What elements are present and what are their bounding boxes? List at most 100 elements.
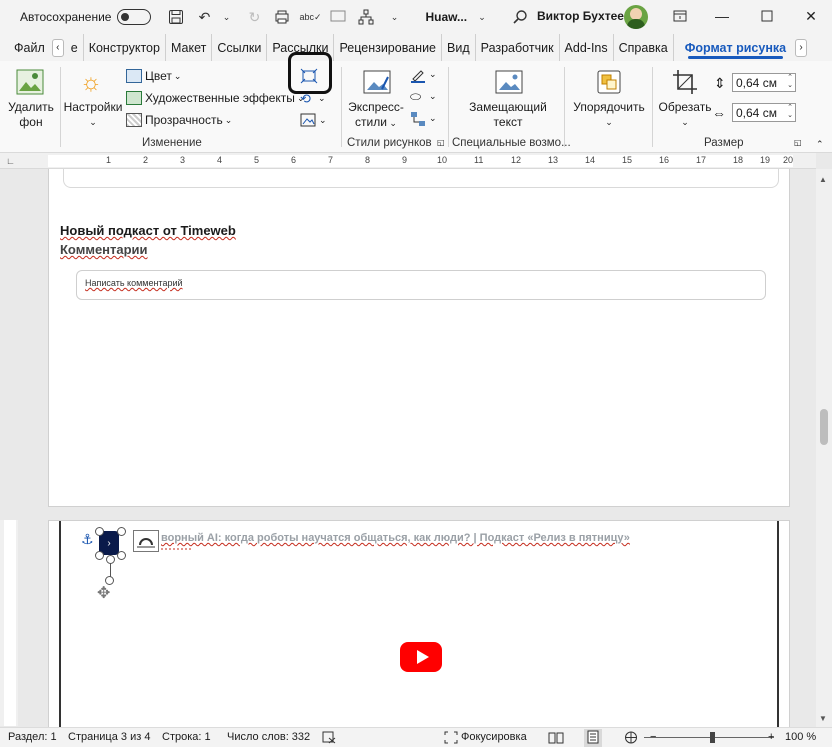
embed-title[interactable]: ворный AI: когда роботы научатся общатьс… [161,532,630,544]
focus-icon[interactable] [444,731,458,747]
height-value: 0,64 см [736,75,777,90]
accessibility-icon[interactable] [322,731,336,747]
screen-icon[interactable] [327,6,349,28]
crop-button[interactable]: Обрезать ⌄ [656,100,714,130]
alt-text-button[interactable]: Замещающий текст [458,100,558,130]
podcast-heading[interactable]: Новый подкаст от Timeweb [60,223,236,238]
search-icon[interactable] [509,6,531,28]
tab-layout[interactable]: Макет [166,34,213,61]
zoom-slider-thumb[interactable] [710,732,715,743]
arrange-button[interactable]: Упорядочить ⌄ [570,100,648,130]
autosave-toggle[interactable] [117,9,152,25]
avatar[interactable] [624,5,648,29]
tab-constructor[interactable]: Конструктор [84,34,166,61]
chevron-down-icon[interactable]: ⌄ [429,69,437,80]
chevron-down-icon[interactable]: ⌄ [319,115,327,126]
horizontal-ruler[interactable]: ∟ 1 2 3 4 5 6 7 8 9 10 11 12 13 14 15 16… [0,153,816,169]
tab-references[interactable]: Ссылки [212,34,268,61]
ruler-label: 14 [585,155,596,165]
scroll-down-icon[interactable]: ▼ [819,714,827,723]
dialog-launcher-icon[interactable]: ◱ [794,138,802,147]
ribbon-display-icon[interactable] [666,4,694,28]
vertical-scrollbar[interactable]: ▲ ▼ [816,169,832,727]
chevron-down-icon[interactable]: ⌄ [318,93,326,104]
comments-heading[interactable]: Комментарии [60,242,148,257]
doc-dropdown-icon[interactable]: ⌄ [471,6,493,28]
print-layout-icon[interactable] [584,729,602,747]
tab-developer[interactable]: Разработчик [476,34,560,61]
tabs-scroll-left-icon[interactable]: ‹ [51,38,64,57]
tab-selector-icon[interactable]: ∟ [6,156,16,166]
picture-border-icon[interactable] [410,67,426,86]
redo-icon[interactable]: ↻ [243,6,265,28]
focus-mode-button[interactable]: Фокусировка [461,731,527,743]
tab-review[interactable]: Рецензирование [334,34,443,61]
resize-handle[interactable] [117,551,126,560]
chevron-down-icon[interactable]: ⌄ [429,113,437,124]
move-icon[interactable]: ✥ [97,583,110,603]
layout-options-button[interactable] [133,530,159,552]
document-name[interactable]: Huaw... [425,10,467,24]
page[interactable]: ⚓ › ворный AI: когда роботы научатся общ… [48,520,790,727]
user-name[interactable]: Виктор Бухтеев [537,9,631,23]
group-label-size: Размер [704,137,744,149]
resize-handle[interactable] [95,551,104,560]
zoom-in-icon[interactable]: + [768,731,774,743]
web-layout-icon[interactable] [624,731,638,747]
print-preview-icon[interactable] [271,6,293,28]
spelling-icon[interactable]: abc✓ [299,6,321,28]
minimize-icon[interactable]: — [708,4,736,28]
chevron-down-icon[interactable]: ⌄ [429,91,437,102]
scroll-thumb[interactable] [820,409,828,445]
comments-heading-text: Комментарии [60,242,148,257]
transparency-button[interactable]: Прозрачность ⌄ [126,113,232,127]
resize-handle[interactable] [95,527,104,536]
org-chart-icon[interactable] [355,6,377,28]
ruler-label: 4 [217,155,223,165]
tabs-scroll-right-icon[interactable]: › [795,38,808,57]
zoom-level[interactable]: 100 % [785,731,816,743]
width-input[interactable]: 0,64 см ⌃ ⌄ [732,103,796,122]
status-section[interactable]: Раздел: 1 [8,731,57,743]
maximize-icon[interactable] [753,4,781,28]
customize-qat-icon[interactable]: ⌄ [383,6,405,28]
corrections-button[interactable]: Настройки ⌄ [62,100,124,130]
remove-background-button[interactable]: Удалить фон [6,100,56,130]
dialog-launcher-icon[interactable]: ◱ [437,138,445,147]
collapse-ribbon-icon[interactable]: ⌃ [816,139,824,150]
width-stepper-icon[interactable]: ⌃ ⌄ [787,104,793,120]
zoom-slider[interactable] [644,737,774,738]
tab-picture-format[interactable]: Формат рисунка [680,34,791,61]
tab-design-partial[interactable]: е [66,34,84,61]
tab-view[interactable]: Вид [442,34,476,61]
reset-picture-icon[interactable] [300,113,316,130]
color-button[interactable]: Цвет ⌄ [126,69,181,83]
resize-handle[interactable] [117,527,126,536]
picture-effects-icon[interactable]: ⬭ [410,89,421,105]
scroll-up-icon[interactable]: ▲ [819,175,827,184]
tab-help[interactable]: Справка [614,34,674,61]
page[interactable]: Новый подкаст от Timeweb Комментарии Нап… [48,169,790,507]
read-mode-icon[interactable] [548,731,564,747]
youtube-play-button[interactable] [400,642,442,672]
status-page[interactable]: Страница 3 из 4 [68,731,150,743]
picture-layout-icon[interactable] [410,111,426,130]
status-words[interactable]: Число слов: 332 [227,731,310,743]
artistic-effects-button[interactable]: Художественные эффекты ⌄ [126,91,304,105]
undo-icon[interactable]: ↶ [193,6,215,28]
save-icon[interactable] [165,6,187,28]
height-input[interactable]: 0,64 см ⌃ ⌄ [732,73,796,92]
undo-dropdown-icon[interactable]: ⌄ [215,6,237,28]
comment-input[interactable]: Написать комментарий [76,270,766,300]
podcast-heading-text: Новый подкаст от Timeweb [60,223,236,238]
express-styles-button[interactable]: Экспресс- стили ⌄ [344,100,408,131]
document-area[interactable]: Новый подкаст от Timeweb Комментарии Нап… [0,169,816,727]
height-stepper-icon[interactable]: ⌃ ⌄ [787,74,793,90]
tab-addins[interactable]: Add-Ins [560,34,614,61]
anchor-icon[interactable]: ⚓ [81,531,94,548]
close-icon[interactable]: ✕ [797,4,825,28]
status-line[interactable]: Строка: 1 [162,731,211,743]
vertical-ruler[interactable] [0,520,18,726]
ruler-scale: 1 2 3 4 5 6 7 8 9 10 11 12 13 14 15 16 1… [48,155,793,167]
tab-file[interactable]: Файл [0,34,50,61]
